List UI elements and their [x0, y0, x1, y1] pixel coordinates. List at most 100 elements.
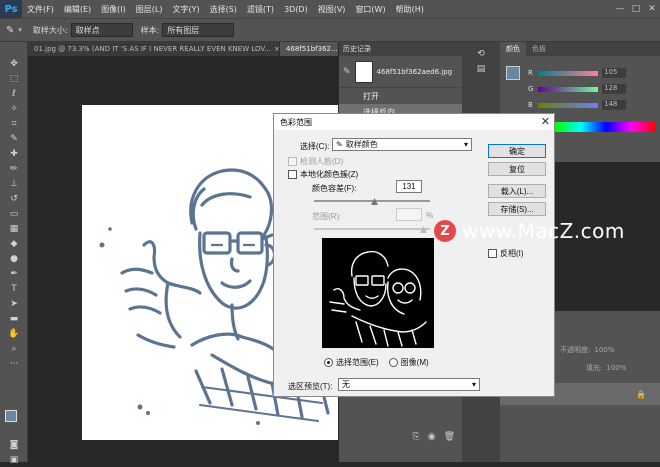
- history-brush-tool-icon[interactable]: ↺: [0, 191, 28, 206]
- dialog-title: 色彩范围: [280, 117, 312, 127]
- load-button[interactable]: 载入(L)...: [488, 184, 546, 198]
- reset-button[interactable]: 复位: [488, 162, 546, 176]
- healing-tool-icon[interactable]: ✚: [0, 146, 28, 161]
- fill-value[interactable]: 100%: [606, 364, 626, 372]
- localized-clusters-label: 本地化颜色簇(Z): [300, 170, 359, 179]
- crop-tool-icon[interactable]: ⌗: [0, 116, 28, 131]
- sample-value: 所有图层: [167, 25, 200, 35]
- hand-tool-icon[interactable]: ✋: [0, 326, 28, 341]
- eyedropper-icon[interactable]: ✎: [6, 25, 14, 36]
- invert-checkbox[interactable]: [488, 249, 497, 258]
- eraser-tool-icon[interactable]: ▭: [0, 206, 28, 221]
- gradient-tool-icon[interactable]: ▦: [0, 221, 28, 236]
- stamp-tool-icon[interactable]: ⊥: [0, 176, 28, 191]
- channel-label: R: [528, 69, 533, 77]
- sample-size-select[interactable]: 取样点: [70, 23, 133, 37]
- tab-close-icon[interactable]: ×: [274, 45, 279, 53]
- menu-select[interactable]: 选择(S): [205, 4, 242, 15]
- maximize-button[interactable]: □: [628, 0, 644, 18]
- range-field[interactable]: [396, 208, 422, 221]
- camera-icon[interactable]: ◉: [428, 432, 436, 446]
- photoshop-logo: Ps: [0, 0, 22, 18]
- menu-window[interactable]: 窗口(W): [350, 4, 390, 15]
- range-unit: %: [426, 211, 434, 220]
- quick-mask-icon[interactable]: ◙: [0, 437, 28, 452]
- trash-icon[interactable]: 🗑: [444, 432, 455, 446]
- channel-row-b: B 148: [528, 100, 626, 110]
- menu-edit[interactable]: 编辑(E): [59, 4, 96, 15]
- sample-select[interactable]: 所有图层: [162, 23, 235, 37]
- tab-document-01[interactable]: 01.jpg @ 73.3% (AND IT 'S AS IF I NEVER …: [28, 42, 280, 56]
- menu-type[interactable]: 文字(Y): [167, 4, 204, 15]
- quick-select-tool-icon[interactable]: ✧: [0, 101, 28, 116]
- menu-layer[interactable]: 图层(L): [131, 4, 168, 15]
- menu-bar: Ps 文件(F) 编辑(E) 图像(I) 图层(L) 文字(Y) 选择(S) 滤…: [0, 0, 660, 18]
- more-tools-icon[interactable]: ···: [0, 356, 28, 371]
- history-dock-icon[interactable]: ⟲: [462, 46, 500, 61]
- opacity-value[interactable]: 100%: [594, 346, 614, 354]
- eyedropper-icon: ✎: [336, 140, 343, 149]
- snapshot-thumbnail: [354, 60, 373, 83]
- blue-value-field[interactable]: 148: [602, 100, 626, 110]
- selection-preview-select[interactable]: 无 ▾: [338, 378, 480, 391]
- tab-label: 01.jpg @ 73.3% (AND IT 'S AS IF I NEVER …: [34, 45, 271, 53]
- color-range-dialog: 色彩范围 ✕ 选择(C): ✎ 取样颜色 ▾ 检测人脸(D) 本地化颜色簇(Z)…: [273, 113, 555, 397]
- fuzziness-field[interactable]: 131: [396, 180, 422, 193]
- zoom-tool-icon[interactable]: ⌕: [0, 341, 28, 356]
- tab-document-468f51[interactable]: 468f51bf362...: [280, 42, 340, 56]
- green-value-field[interactable]: 128: [602, 84, 626, 94]
- menu-filter[interactable]: 滤镜(T): [242, 4, 279, 15]
- tab-history[interactable]: 历史记录: [343, 44, 371, 54]
- range-slider[interactable]: [314, 228, 430, 230]
- marquee-tool-icon[interactable]: ⬚: [0, 71, 28, 86]
- history-panel-tab[interactable]: 历史记录: [339, 42, 462, 56]
- blur-tool-icon[interactable]: ◆: [0, 236, 28, 251]
- menu-help[interactable]: 帮助(H): [391, 4, 429, 15]
- dialog-titlebar: 色彩范围: [274, 114, 554, 130]
- red-value-field[interactable]: 105: [602, 68, 626, 78]
- screen-mode-icon[interactable]: ▣: [0, 452, 28, 467]
- tool-preset-chevron-icon[interactable]: ▾: [18, 26, 22, 34]
- fuzziness-slider[interactable]: [314, 200, 430, 202]
- save-button[interactable]: 存储(S)...: [488, 202, 546, 216]
- localized-clusters-checkbox[interactable]: [288, 170, 297, 179]
- tab-swatches[interactable]: 色板: [526, 44, 552, 54]
- properties-dock-icon[interactable]: ▤: [462, 61, 500, 76]
- pen-tool-icon[interactable]: ✒: [0, 266, 28, 281]
- eyedropper-tool-icon[interactable]: ✎: [0, 131, 28, 146]
- close-window-button[interactable]: ✕: [644, 0, 660, 18]
- history-item[interactable]: 打开: [339, 88, 462, 104]
- window-controls: — □ ✕: [612, 0, 660, 18]
- selection-radio[interactable]: [324, 358, 333, 367]
- dodge-tool-icon[interactable]: ●: [0, 251, 28, 266]
- new-document-icon[interactable]: ⎘: [413, 432, 420, 446]
- detect-faces-checkbox[interactable]: [288, 157, 297, 166]
- menu-view[interactable]: 视图(V): [313, 4, 351, 15]
- shape-tool-icon[interactable]: ▬: [0, 311, 28, 326]
- image-radio[interactable]: [388, 358, 398, 367]
- history-snapshot[interactable]: ✎ 468f51bf362aed6.jpg: [339, 56, 462, 88]
- move-tool-icon[interactable]: ✥: [0, 56, 28, 71]
- select-dropdown[interactable]: ✎ 取样颜色 ▾: [332, 138, 472, 151]
- red-slider[interactable]: [538, 70, 598, 76]
- tools-panel: ✥ ⬚ ℓ ✧ ⌗ ✎ ✚ ✏ ⊥ ↺ ▭ ▦ ◆ ● ✒ T ➤ ▬ ✋ ⌕ …: [0, 42, 28, 465]
- minimize-button[interactable]: —: [612, 0, 628, 18]
- path-select-tool-icon[interactable]: ➤: [0, 296, 28, 311]
- dialog-close-button[interactable]: ✕: [541, 115, 550, 128]
- selection-radio-label: 选择范围(E): [336, 358, 379, 367]
- type-tool-icon[interactable]: T: [0, 281, 28, 296]
- fg-color-preview[interactable]: [506, 66, 520, 80]
- select-value: 取样颜色: [345, 140, 378, 149]
- watermark-text: www.MacZ.com: [462, 219, 625, 243]
- menu-image[interactable]: 图像(I): [96, 4, 131, 15]
- menu-3d[interactable]: 3D(D): [279, 5, 313, 14]
- history-item-label: 打开: [363, 91, 379, 101]
- menu-file[interactable]: 文件(F): [22, 4, 59, 15]
- foreground-color-swatch[interactable]: [5, 410, 17, 422]
- blue-slider[interactable]: [538, 102, 598, 108]
- ok-button[interactable]: 确定: [488, 144, 546, 158]
- brush-tool-icon[interactable]: ✏: [0, 161, 28, 176]
- green-slider[interactable]: [538, 86, 598, 92]
- lasso-tool-icon[interactable]: ℓ: [0, 86, 28, 101]
- tab-color[interactable]: 颜色: [500, 42, 526, 56]
